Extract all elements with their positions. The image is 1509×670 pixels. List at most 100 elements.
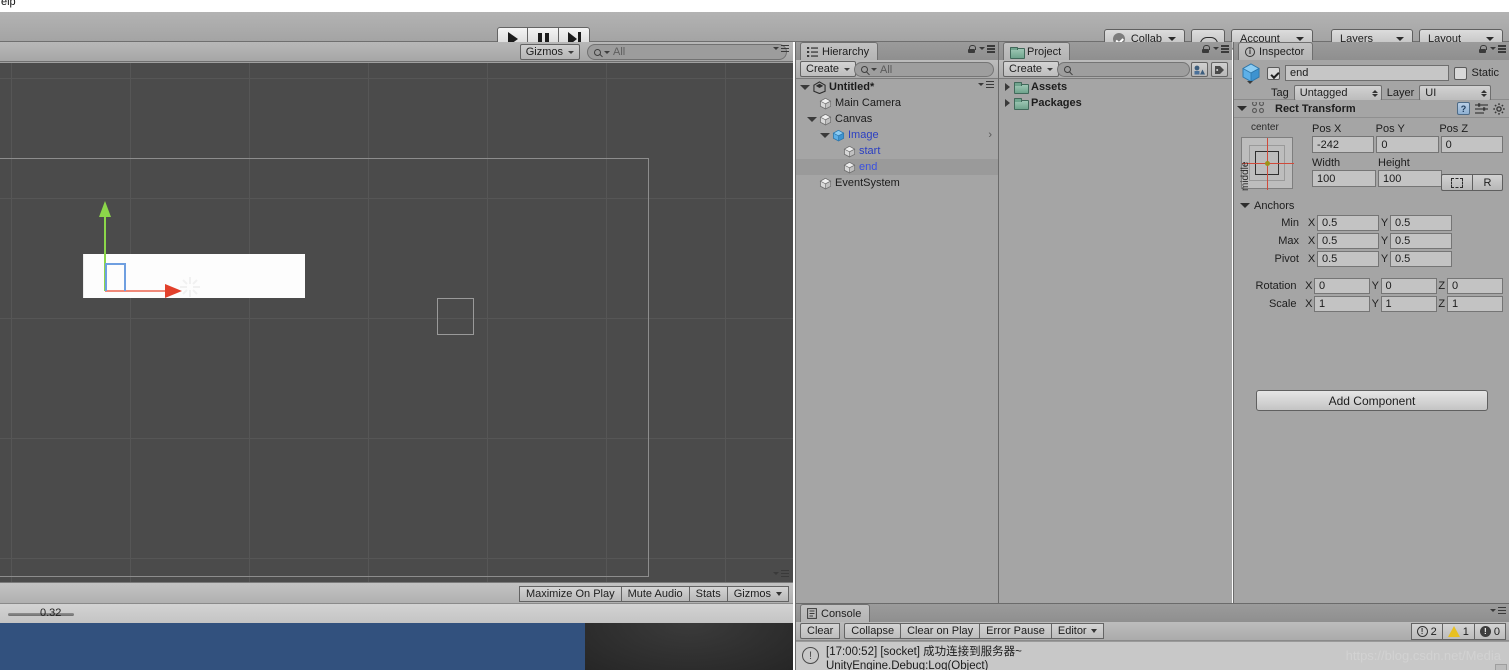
hierarchy-create-button[interactable]: Create bbox=[800, 61, 857, 77]
chevron-down-icon[interactable] bbox=[1240, 203, 1250, 208]
project-item-assets[interactable]: Assets bbox=[999, 79, 1232, 95]
game-gizmos-button[interactable]: Gizmos bbox=[727, 586, 789, 602]
console-clear-on-play-button[interactable]: Clear on Play bbox=[900, 623, 981, 639]
lock-icon[interactable] bbox=[1202, 45, 1210, 53]
scene-viewport[interactable] bbox=[0, 63, 793, 582]
scene-panel-menu-icon[interactable] bbox=[773, 45, 789, 53]
raw-edit-mode-button[interactable]: R bbox=[1472, 174, 1503, 191]
scale-y-input[interactable]: 1 bbox=[1380, 295, 1437, 312]
chevron-right-icon[interactable] bbox=[1005, 83, 1010, 91]
add-component-button[interactable]: Add Component bbox=[1256, 390, 1488, 411]
maximize-on-play-button[interactable]: Maximize On Play bbox=[518, 586, 622, 602]
anchor-preset-side-label: middle bbox=[1240, 161, 1251, 191]
hierarchy-item-end[interactable]: end bbox=[796, 159, 998, 175]
console-panel-menu-icon[interactable] bbox=[1490, 607, 1506, 615]
hierarchy-item-eventsystem[interactable]: EventSystem bbox=[796, 175, 998, 191]
scale-x-input[interactable]: 1 bbox=[1314, 295, 1370, 312]
hierarchy-item-canvas[interactable]: Canvas bbox=[796, 111, 998, 127]
pos-y-label: Pos Y bbox=[1375, 122, 1405, 135]
project-item-packages[interactable]: Packages bbox=[999, 95, 1232, 111]
scene-gizmos-button[interactable]: Gizmos bbox=[519, 44, 580, 60]
scale-z-input[interactable]: 1 bbox=[1447, 295, 1503, 312]
project-panel-menu-icon[interactable] bbox=[1213, 45, 1229, 53]
hierarchy-item-image[interactable]: Image › bbox=[796, 127, 998, 143]
filter-by-label-button[interactable] bbox=[1211, 62, 1228, 77]
anchor-max-x-input[interactable]: 0.5 bbox=[1317, 232, 1379, 249]
menu-item-help[interactable]: elp bbox=[1, 0, 16, 8]
chevron-down-icon bbox=[1090, 629, 1097, 633]
hierarchy-item-start[interactable]: start bbox=[796, 143, 998, 159]
help-icon[interactable]: ? bbox=[1457, 102, 1470, 115]
pos-x-input[interactable]: -242 bbox=[1312, 136, 1375, 153]
rotation-y-input[interactable]: 0 bbox=[1380, 277, 1437, 294]
anchor-min-y-input[interactable]: 0.5 bbox=[1390, 214, 1452, 231]
height-input[interactable]: 100 bbox=[1378, 170, 1442, 187]
gameobject-prefab-cube-icon bbox=[832, 129, 845, 141]
scene-search-input[interactable]: All bbox=[587, 44, 787, 60]
gizmo-y-arrow-icon[interactable] bbox=[99, 201, 111, 217]
chevron-right-icon[interactable] bbox=[1005, 99, 1010, 107]
hierarchy-panel-menu-icon[interactable] bbox=[979, 45, 995, 53]
hierarchy-tab-icons bbox=[968, 45, 995, 53]
gameobject-header-icon bbox=[1242, 63, 1260, 84]
console-error-pause-label: Error Pause bbox=[986, 625, 1045, 637]
project-create-button[interactable]: Create bbox=[1003, 61, 1060, 77]
chevron-down-icon[interactable] bbox=[1237, 106, 1247, 111]
tab-console[interactable]: Console bbox=[800, 604, 871, 622]
hierarchy-scene-root[interactable]: Untitled* bbox=[796, 79, 998, 95]
rotation-z-input[interactable]: 0 bbox=[1447, 277, 1503, 294]
chevron-down-icon[interactable] bbox=[820, 132, 830, 138]
chevron-down-icon[interactable] bbox=[807, 116, 817, 122]
project-toolbar: Create bbox=[999, 60, 1232, 79]
console-scrollbar[interactable]: 1 bbox=[1495, 664, 1507, 670]
gizmo-rect-handle[interactable] bbox=[105, 263, 124, 291]
lock-icon[interactable] bbox=[1479, 45, 1487, 53]
anchor-min-x-input[interactable]: 0.5 bbox=[1317, 214, 1379, 231]
console-error-pause-button[interactable]: Error Pause bbox=[979, 623, 1052, 639]
chevron-down-icon[interactable] bbox=[800, 84, 810, 90]
axis-z-label: Z bbox=[1438, 279, 1446, 292]
inspector-panel-menu-icon[interactable] bbox=[1490, 45, 1506, 53]
gizmo-center-handle-icon[interactable] bbox=[177, 274, 203, 300]
static-checkbox[interactable] bbox=[1454, 66, 1468, 80]
rect-transform-component-header[interactable]: Rect Transform ? bbox=[1234, 100, 1509, 118]
hierarchy-search-input[interactable]: All bbox=[854, 62, 994, 77]
console-log-entry[interactable]: ! [17:00:52] [socket] 成功连接到服务器~ UnityEng… bbox=[796, 642, 1509, 670]
console-warning-count[interactable]: 1 bbox=[1441, 623, 1474, 640]
end-object-rect[interactable] bbox=[437, 298, 474, 335]
tab-project[interactable]: Project bbox=[1003, 42, 1071, 60]
rotation-x-input[interactable]: 0 bbox=[1314, 277, 1370, 294]
anchors-foldout[interactable]: Anchors bbox=[1240, 198, 1503, 213]
tag-dropdown[interactable]: Untagged bbox=[1293, 85, 1382, 101]
console-editor-button[interactable]: Editor bbox=[1050, 623, 1104, 639]
console-info-count[interactable]: ! 2 bbox=[1410, 623, 1442, 640]
console-log-list[interactable]: ! [17:00:52] [socket] 成功连接到服务器~ UnityEng… bbox=[796, 641, 1509, 670]
game-panel-menu-icon[interactable] bbox=[773, 570, 789, 578]
project-search-input[interactable] bbox=[1057, 62, 1190, 77]
tab-hierarchy[interactable]: Hierarchy bbox=[800, 42, 879, 60]
hierarchy-item-main-camera[interactable]: Main Camera bbox=[796, 95, 998, 111]
prefab-chevron-right-icon[interactable]: › bbox=[988, 129, 992, 141]
mute-audio-button[interactable]: Mute Audio bbox=[621, 586, 690, 602]
tab-inspector[interactable]: i Inspector bbox=[1238, 42, 1314, 60]
pos-z-input[interactable]: 0 bbox=[1440, 136, 1503, 153]
stats-button[interactable]: Stats bbox=[689, 586, 728, 602]
width-input[interactable]: 100 bbox=[1312, 170, 1376, 187]
pivot-x-input[interactable]: 0.5 bbox=[1317, 250, 1379, 267]
object-active-checkbox[interactable] bbox=[1267, 66, 1280, 80]
pos-y-input[interactable]: 0 bbox=[1376, 136, 1439, 153]
anchor-max-y-input[interactable]: 0.5 bbox=[1390, 232, 1452, 249]
layer-dropdown[interactable]: UI bbox=[1419, 85, 1492, 101]
filter-by-type-button[interactable] bbox=[1191, 62, 1208, 77]
object-name-field[interactable]: end bbox=[1285, 65, 1450, 81]
pivot-y-input[interactable]: 0.5 bbox=[1390, 250, 1452, 267]
console-error-count[interactable]: ! 0 bbox=[1473, 623, 1506, 640]
console-editor-label: Editor bbox=[1057, 625, 1087, 637]
preset-icon[interactable] bbox=[1475, 103, 1488, 114]
blueprint-mode-button[interactable] bbox=[1441, 174, 1472, 191]
gear-icon[interactable] bbox=[1493, 102, 1505, 115]
console-clear-button[interactable]: Clear bbox=[800, 623, 841, 639]
game-render-area[interactable] bbox=[0, 623, 585, 670]
console-collapse-button[interactable]: Collapse bbox=[844, 623, 902, 639]
lock-icon[interactable] bbox=[968, 45, 976, 53]
